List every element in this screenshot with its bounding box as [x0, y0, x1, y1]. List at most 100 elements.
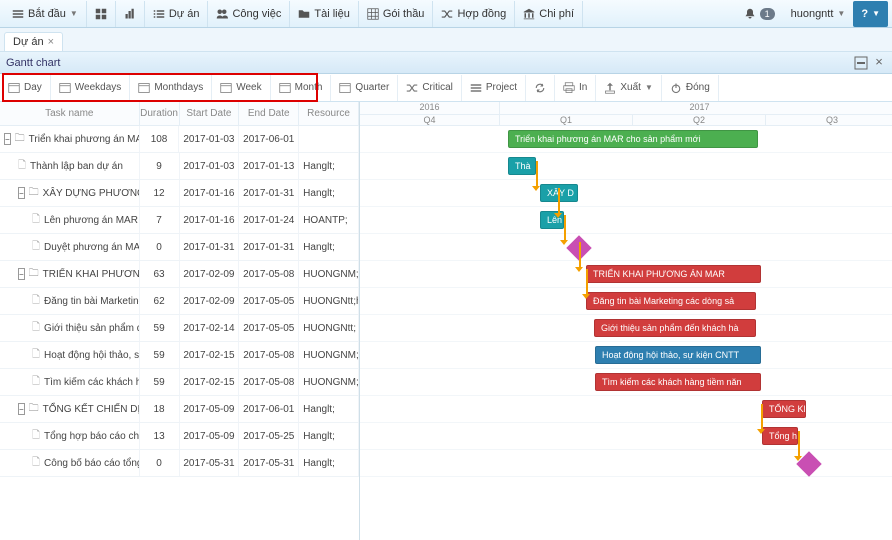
help-button[interactable]: ?▼: [853, 1, 888, 27]
docs-nav-button[interactable]: Tài liệu: [290, 1, 358, 27]
task-name: Tìm kiếm các khách hàng: [44, 377, 140, 388]
grid-body: −🗀Triển khai phương án MAR cho sản phẩm …: [0, 126, 359, 477]
table-row[interactable]: −🗀TỔNG KẾT CHIẾN DỊCH182017-05-092017-06…: [0, 396, 359, 423]
folder-icon: 🗀: [15, 131, 25, 148]
bid-nav-button[interactable]: Gói thầu: [359, 1, 434, 27]
refresh-button[interactable]: [526, 75, 555, 101]
work-nav-button[interactable]: Công việc: [208, 1, 290, 27]
start-cell: 2017-01-16: [180, 207, 240, 233]
end-cell: 2017-05-25: [239, 423, 299, 449]
table-row[interactable]: 🗋Đăng tin bài Marketing các dòng sản phẩ…: [0, 288, 359, 315]
table-row[interactable]: 🗋Lên phương án MAR72017-01-162017-01-24H…: [0, 207, 359, 234]
start-cell: 2017-02-15: [180, 369, 240, 395]
end-cell: 2017-05-31: [239, 450, 299, 476]
folder-icon: 🗀: [29, 401, 39, 418]
close-button[interactable]: Đóng: [662, 75, 719, 101]
table-row[interactable]: 🗋Hoạt động hội thảo, sự kiện592017-02-15…: [0, 342, 359, 369]
year-label: 2016: [360, 102, 500, 114]
gantt-bar[interactable]: Thà: [508, 157, 536, 175]
table-row[interactable]: 🗋Giới thiệu sản phẩm đến khách hàng59201…: [0, 315, 359, 342]
milestone-diamond[interactable]: [566, 235, 591, 260]
gantt-row: XÂY D: [360, 180, 892, 207]
gantt-bar[interactable]: Đăng tin bài Marketing các dòng sả: [586, 292, 756, 310]
gantt-bar[interactable]: Lên: [540, 211, 564, 229]
file-icon: 🗋: [32, 374, 40, 391]
contract-nav-button[interactable]: Hợp đồng: [433, 1, 515, 27]
gantt-bar[interactable]: Hoạt động hội thảo, sự kiện CNTT: [595, 346, 761, 364]
col-resource[interactable]: Resource: [299, 102, 359, 125]
export-icon: [604, 82, 616, 94]
zoom-monthdays-button[interactable]: Monthdays: [130, 75, 212, 101]
list-icon: [470, 82, 482, 94]
cost-nav-button[interactable]: Chi phí: [515, 1, 583, 27]
col-task[interactable]: Task name: [0, 102, 140, 125]
chart-button[interactable]: [116, 1, 145, 27]
gantt-bar[interactable]: Tìm kiếm các khách hàng tiềm năn: [595, 373, 761, 391]
table-row[interactable]: −🗀Triển khai phương án MAR cho sản phẩm …: [0, 126, 359, 153]
users-icon: [216, 8, 228, 20]
duration-cell: 108: [140, 126, 180, 152]
dashboard-button[interactable]: [87, 1, 116, 27]
start-menu-button[interactable]: Bắt đầu ▼: [4, 1, 87, 27]
table-row[interactable]: −🗀XÂY DỰNG PHƯƠNG ÁN122017-01-162017-01-…: [0, 180, 359, 207]
table-row[interactable]: 🗋Công bố báo cáo tổng kết02017-05-312017…: [0, 450, 359, 477]
col-duration[interactable]: Duration: [140, 102, 180, 125]
table-row[interactable]: 🗋Tìm kiếm các khách hàng592017-02-152017…: [0, 369, 359, 396]
end-cell: 2017-05-08: [239, 369, 299, 395]
gantt-toolbar: Day Weekdays Monthdays Week Month Quarte…: [0, 74, 892, 102]
gantt-bar[interactable]: Giới thiệu sản phẩm đến khách hà: [594, 319, 756, 337]
gantt-bar[interactable]: Triển khai phương án MAR cho sản phẩm mớ…: [508, 130, 758, 148]
grid-header: Task name Duration Start Date End Date R…: [0, 102, 359, 126]
calendar-icon: [339, 82, 351, 94]
critical-button[interactable]: Critical: [398, 75, 462, 101]
folder-icon: [298, 8, 310, 20]
collapse-toggle[interactable]: −: [18, 187, 25, 199]
gantt-content: Task name Duration Start Date End Date R…: [0, 102, 892, 540]
zoom-quarter-button[interactable]: Quarter: [331, 75, 398, 101]
zoom-day-button[interactable]: Day: [0, 75, 51, 101]
zoom-month-button[interactable]: Month: [271, 75, 332, 101]
duration-cell: 0: [140, 450, 180, 476]
table-row[interactable]: −🗀TRIỂN KHAI PHƯƠNG ÁN632017-02-092017-0…: [0, 261, 359, 288]
duration-cell: 59: [140, 342, 180, 368]
project-nav-label: Dự án: [169, 8, 200, 20]
gantt-chart[interactable]: 2016 2017 Q4 Q1 Q2 Q3 Triển khai phương …: [360, 102, 892, 540]
collapse-toggle[interactable]: −: [4, 133, 11, 145]
zoom-weekdays-button[interactable]: Weekdays: [51, 75, 131, 101]
panel-close-button[interactable]: ×: [872, 56, 886, 70]
tab-project[interactable]: Dự án ×: [4, 32, 63, 51]
zoom-week-button[interactable]: Week: [212, 75, 270, 101]
task-name: Giới thiệu sản phẩm đến khách hàng: [44, 323, 140, 334]
project-button[interactable]: Project: [462, 75, 526, 101]
resource-cell: HOANTP;: [299, 207, 359, 233]
milestone-diamond[interactable]: [796, 451, 821, 476]
notifications-button[interactable]: 1: [736, 1, 783, 27]
table-row[interactable]: 🗋Tổng hợp báo cáo chiến132017-05-092017-…: [0, 423, 359, 450]
gantt-bar[interactable]: Tổng h: [762, 427, 798, 445]
task-cell: 🗋Đăng tin bài Marketing các dòng sản phẩ…: [0, 288, 140, 314]
user-menu-button[interactable]: huongntt▼: [783, 1, 854, 27]
collapse-button[interactable]: [854, 56, 868, 70]
resource-cell: Hanglt;: [299, 423, 359, 449]
shuffle-icon: [406, 82, 418, 94]
gantt-bar[interactable]: XÂY D: [540, 184, 578, 202]
duration-cell: 62: [140, 288, 180, 314]
project-nav-button[interactable]: Dự án: [145, 1, 209, 27]
collapse-toggle[interactable]: −: [18, 403, 25, 415]
file-icon: 🗋: [32, 455, 40, 472]
task-cell: 🗋Thành lập ban dự án: [0, 153, 140, 179]
quarter-label: Q3: [766, 114, 892, 126]
col-end[interactable]: End Date: [239, 102, 299, 125]
col-start[interactable]: Start Date: [180, 102, 240, 125]
export-button[interactable]: Xuất▼: [596, 75, 662, 101]
gantt-bar[interactable]: TỔNG KẾ: [762, 400, 806, 418]
tab-close-button[interactable]: ×: [48, 36, 54, 48]
duration-cell: 18: [140, 396, 180, 422]
collapse-toggle[interactable]: −: [18, 268, 25, 280]
table-row[interactable]: 🗋Thành lập ban dự án92017-01-032017-01-1…: [0, 153, 359, 180]
print-button[interactable]: In: [555, 75, 596, 101]
gantt-bar[interactable]: TRIỂN KHAI PHƯƠNG ÁN MAR: [586, 265, 761, 283]
table-row[interactable]: 🗋Duyệt phương án MAR02017-01-312017-01-3…: [0, 234, 359, 261]
file-icon: 🗋: [32, 212, 40, 229]
tb-label: Day: [24, 82, 42, 93]
